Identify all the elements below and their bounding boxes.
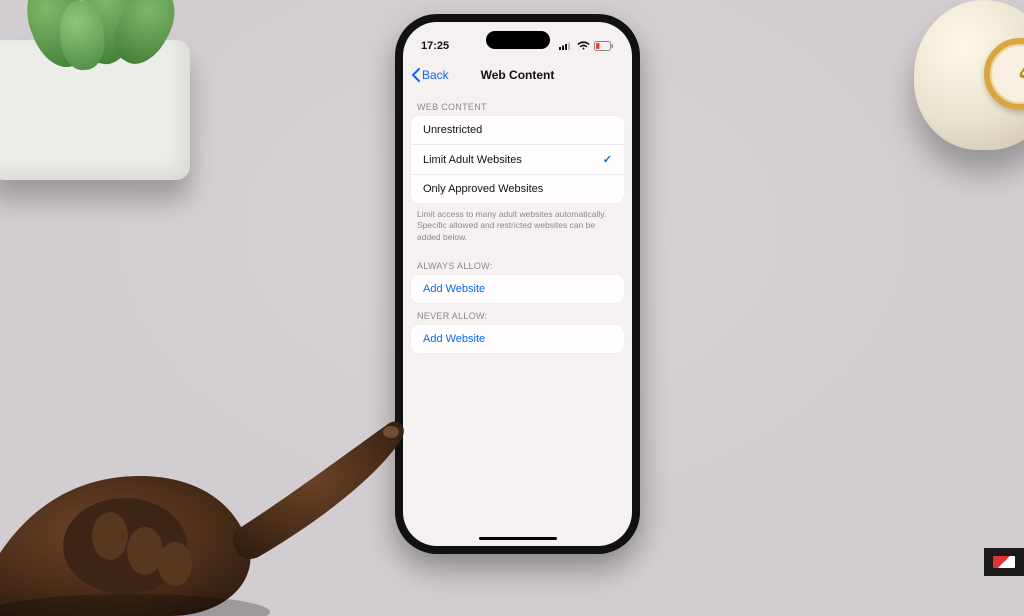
web-content-options-group: Unrestricted Limit Adult Websites ✓ Only…	[411, 116, 624, 203]
home-indicator[interactable]	[479, 537, 557, 540]
section-header-always-allow: ALWAYS ALLOW:	[403, 253, 632, 275]
section-header-never-allow: NEVER ALLOW:	[403, 303, 632, 325]
iphone-device: 17:25 Back Web Content WEB CONTENT Unres…	[395, 14, 640, 554]
option-unrestricted[interactable]: Unrestricted	[411, 116, 624, 145]
section-footer-web-content: Limit access to many adult websites auto…	[403, 203, 632, 253]
option-only-approved-websites[interactable]: Only Approved Websites	[411, 175, 624, 203]
add-website-label: Add Website	[423, 333, 485, 345]
wifi-icon	[577, 41, 590, 50]
option-limit-adult-websites[interactable]: Limit Adult Websites ✓	[411, 145, 624, 175]
never-allow-group: Add Website	[411, 325, 624, 353]
navigation-bar: Back Web Content	[403, 60, 632, 90]
status-right-cluster	[559, 41, 614, 51]
back-label: Back	[422, 68, 449, 82]
watermark-badge	[984, 548, 1024, 576]
option-label: Unrestricted	[423, 124, 482, 136]
back-button[interactable]: Back	[411, 68, 449, 82]
battery-low-icon	[594, 41, 614, 51]
add-website-always-allow[interactable]: Add Website	[411, 275, 624, 303]
section-header-web-content: WEB CONTENT	[403, 94, 632, 116]
status-time: 17:25	[421, 40, 449, 52]
always-allow-group: Add Website	[411, 275, 624, 303]
hand-illustration	[0, 356, 410, 616]
plant-decoration	[0, 0, 210, 180]
add-website-never-allow[interactable]: Add Website	[411, 325, 624, 353]
option-label: Limit Adult Websites	[423, 154, 522, 166]
checkmark-icon: ✓	[603, 153, 612, 166]
clock-decoration	[894, 0, 1024, 190]
iphone-screen: 17:25 Back Web Content WEB CONTENT Unres…	[403, 22, 632, 546]
option-label: Only Approved Websites	[423, 183, 543, 195]
cellular-icon	[559, 41, 573, 50]
add-website-label: Add Website	[423, 283, 485, 295]
page-title: Web Content	[481, 68, 555, 82]
settings-content: WEB CONTENT Unrestricted Limit Adult Web…	[403, 90, 632, 353]
chevron-left-icon	[411, 68, 420, 82]
dynamic-island	[486, 31, 550, 49]
